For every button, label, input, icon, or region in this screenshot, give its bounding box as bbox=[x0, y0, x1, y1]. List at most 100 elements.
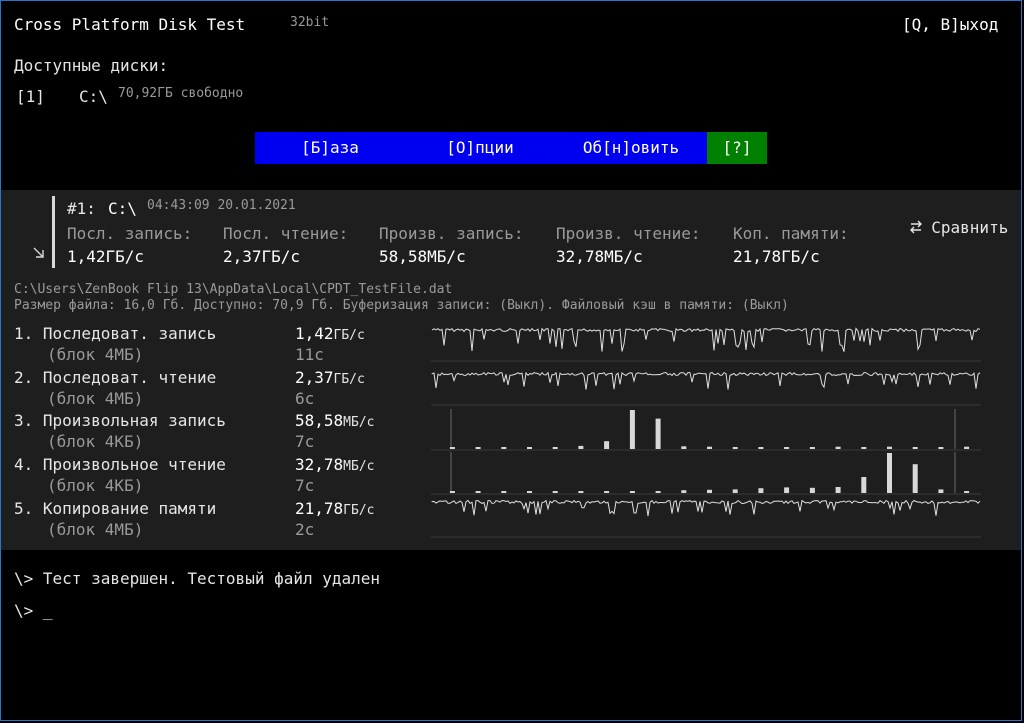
test-result: 32,78МБ/с bbox=[295, 455, 374, 474]
rnd-read-bar bbox=[758, 488, 764, 493]
test-name: 3. Произвольная запись bbox=[14, 411, 226, 431]
test-value: 32,78 bbox=[295, 455, 344, 475]
drive-key[interactable]: [1] bbox=[16, 87, 45, 106]
test-block: (блок 4КБ) bbox=[47, 476, 144, 496]
col-seq-read-value: 2,37ГБ/с bbox=[223, 247, 301, 266]
menu-help-button[interactable]: [?] bbox=[707, 132, 767, 164]
seq-write-graph bbox=[431, 327, 981, 362]
console-prompt[interactable]: \> _ bbox=[14, 601, 53, 620]
col-seq-write-label: Посл. запись: bbox=[67, 224, 193, 243]
rnd-write-bar bbox=[475, 447, 481, 449]
run-number: #1: bbox=[67, 199, 96, 218]
rnd-write-bar bbox=[758, 447, 764, 449]
menu-base-button[interactable]: [Б]аза bbox=[255, 132, 405, 164]
test-unit: ГБ/с bbox=[343, 502, 375, 518]
rnd-write-bar bbox=[835, 446, 841, 449]
rnd-write-bar bbox=[655, 418, 661, 449]
rnd-write-bar bbox=[681, 446, 687, 449]
compare-label: Сравнить bbox=[931, 218, 1009, 237]
rnd-read-bar bbox=[552, 491, 558, 493]
col-rnd-write-label: Произв. запись: bbox=[379, 224, 524, 243]
test-name: 2. Последоват. чтение bbox=[14, 367, 217, 387]
run-drive: C:\ bbox=[108, 199, 137, 218]
rnd-write-bar bbox=[809, 447, 815, 449]
test-block: (блок 4КБ) bbox=[47, 432, 144, 452]
col-rnd-read-label: Произв. чтение: bbox=[556, 224, 701, 243]
test-value: 2,37 bbox=[295, 367, 334, 387]
test-name: 5. Копирование памяти bbox=[14, 498, 217, 518]
rnd-read-bar bbox=[629, 491, 635, 493]
col-memcopy-value: 21,78ГБ/с bbox=[733, 247, 820, 266]
menu-refresh-button[interactable]: Об[н]овить bbox=[555, 132, 707, 164]
rnd-read-bar bbox=[707, 489, 712, 493]
rnd-read-bar bbox=[681, 490, 687, 493]
menu-options-button[interactable]: [О]пции bbox=[405, 132, 555, 164]
test-block: (блок 4МБ) bbox=[47, 345, 144, 364]
seq-read-wave bbox=[431, 371, 981, 390]
rnd-write-bar bbox=[604, 441, 610, 449]
rnd-write-bar bbox=[449, 447, 455, 449]
rnd-write-bar bbox=[861, 447, 867, 449]
col-seq-read-label: Посл. чтение: bbox=[223, 224, 349, 243]
rnd-read-bar bbox=[527, 491, 532, 493]
main-menu: [Б]аза [О]пции Об[н]овить [?] bbox=[255, 132, 767, 164]
col-memcopy-label: Коп. памяти: bbox=[733, 224, 849, 243]
compare-button[interactable]: Сравнить bbox=[890, 199, 1008, 237]
test-value: 21,78 bbox=[295, 498, 344, 518]
rnd-read-bar bbox=[501, 491, 507, 493]
col-rnd-read-value: 32,78МБ/с bbox=[556, 247, 643, 266]
rnd-read-bar bbox=[887, 453, 892, 493]
summary-marker bbox=[52, 196, 55, 268]
rnd-read-graph bbox=[431, 452, 981, 495]
test-value: 1,42 bbox=[295, 324, 334, 343]
rnd-read-bar bbox=[449, 491, 455, 493]
rnd-write-bar bbox=[938, 447, 944, 449]
file-info: Размер файла: 16,0 Гб. Доступно: 70,9 Гб… bbox=[14, 298, 789, 313]
test-name: 1. Последоват. запись bbox=[14, 324, 217, 343]
file-path: C:\Users\ZenBook Flip 13\AppData\Local\C… bbox=[14, 282, 453, 297]
rnd-write-bar bbox=[732, 447, 738, 449]
test-time: 7с bbox=[295, 432, 315, 452]
app-title: Cross Platform Disk Test bbox=[14, 15, 246, 34]
rnd-read-bar bbox=[809, 487, 815, 493]
test-name: 4. Произвольное чтение bbox=[14, 455, 226, 475]
col-seq-write-value: 1,42ГБ/с bbox=[67, 247, 145, 266]
test-time: 6с bbox=[295, 388, 315, 408]
rnd-read-bar bbox=[475, 491, 481, 493]
arch-label: 32bit bbox=[290, 15, 330, 30]
rnd-write-bar bbox=[552, 447, 558, 449]
test-time: 11с bbox=[295, 345, 324, 364]
test-result: 58,58МБ/с bbox=[295, 411, 374, 430]
console-line-1: \> Тест завершен. Тестовый файл удален bbox=[14, 569, 381, 588]
rnd-read-bar bbox=[578, 491, 584, 493]
swap-arrows-icon bbox=[910, 220, 923, 234]
rnd-read-bar bbox=[938, 489, 944, 493]
rnd-write-graph bbox=[431, 409, 981, 451]
rnd-write-bar bbox=[784, 447, 790, 449]
test-result: 1,42ГБ/с bbox=[295, 324, 365, 343]
rnd-write-bar bbox=[501, 447, 507, 449]
run-datetime: 04:43:09 20.01.2021 bbox=[147, 198, 296, 213]
rnd-write-bar bbox=[887, 446, 892, 449]
rnd-read-bar bbox=[835, 487, 841, 493]
test-block: (блок 4МБ) bbox=[47, 388, 144, 408]
drive-free: 70,92ГБ свободно bbox=[118, 86, 244, 101]
drives-heading: Доступные диски: bbox=[14, 56, 169, 75]
corner-arrow-icon[interactable] bbox=[32, 246, 46, 260]
rnd-write-bar bbox=[578, 445, 584, 449]
rnd-write-bar bbox=[527, 447, 532, 449]
test-charts bbox=[431, 327, 981, 538]
rnd-read-bar bbox=[784, 487, 790, 493]
exit-button[interactable]: [Q, В]ыход bbox=[902, 15, 998, 34]
test-value: 58,58 bbox=[295, 411, 344, 431]
rnd-write-bar bbox=[707, 446, 712, 449]
rnd-read-bar bbox=[861, 477, 867, 493]
drive-name[interactable]: C:\ bbox=[79, 87, 108, 106]
test-result: 2,37ГБ/с bbox=[295, 368, 365, 387]
col-rnd-write-value: 58,58МБ/с bbox=[379, 247, 466, 266]
memcopy-wave bbox=[431, 499, 981, 517]
test-unit: ГБ/с bbox=[333, 328, 365, 343]
seq-write-wave bbox=[431, 327, 981, 352]
rnd-read-bar bbox=[604, 491, 610, 493]
rnd-write-bar bbox=[912, 447, 918, 449]
